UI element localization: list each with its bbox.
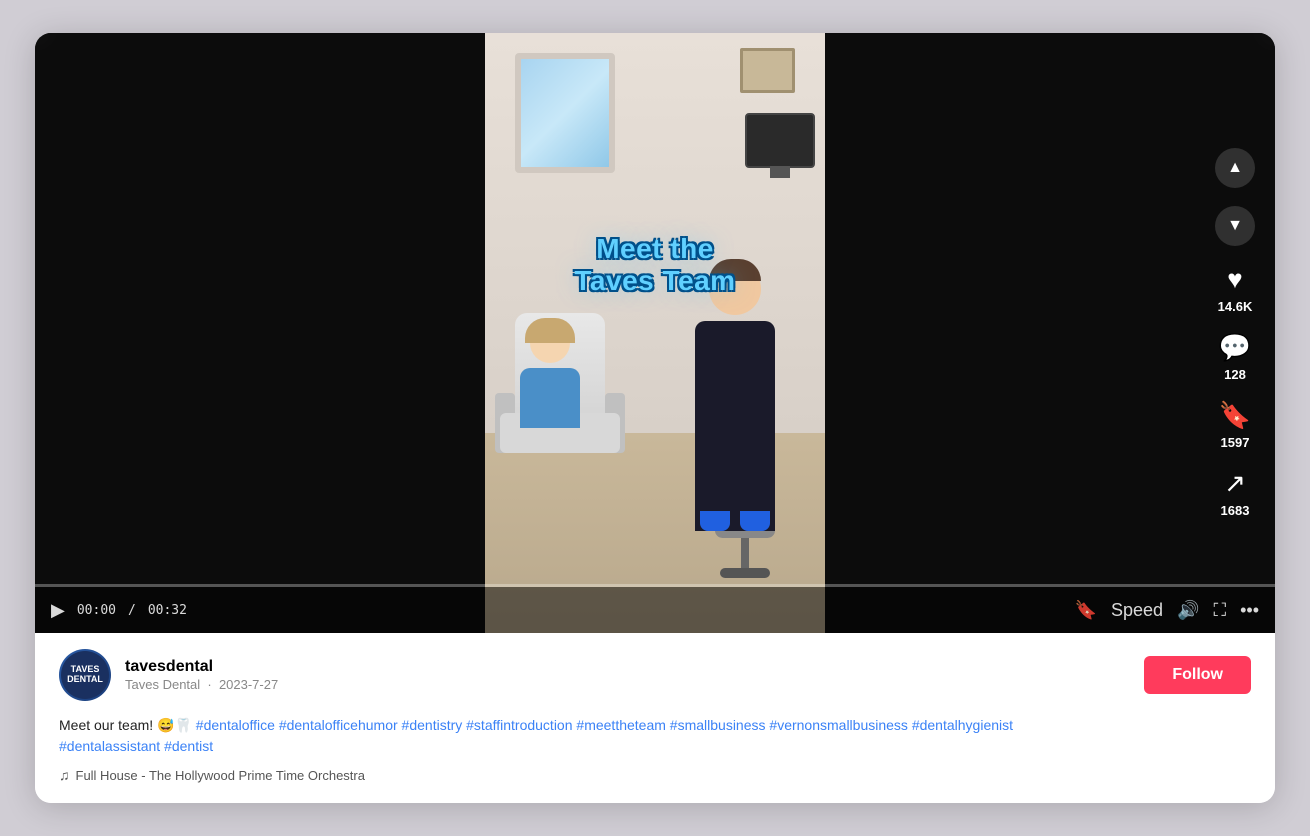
dentist-shoe-right — [740, 511, 770, 531]
video-overlay-text: Meet the Taves Team — [545, 233, 765, 297]
controls-bar: ▶ 00:00 / 00:32 🔖 Speed 🔊 ⛶ ••• — [35, 587, 1275, 633]
author-info: tavesdental Taves Dental · 2023-7-27 — [125, 658, 1130, 692]
music-icon: ♫ — [59, 767, 70, 783]
bookmarks-count: 1597 — [1221, 435, 1250, 450]
dentist — [675, 263, 795, 543]
author-date: 2023-7-27 — [219, 677, 278, 692]
hashtag-dentistry[interactable]: #dentistry — [402, 717, 463, 733]
patient — [510, 323, 590, 443]
share-icon: ↗ — [1224, 468, 1246, 499]
fullscreen-button[interactable]: ⛶ — [1213, 600, 1226, 621]
author-row: TAVES DENTAL tavesdental Taves Dental · … — [59, 649, 1251, 701]
time-total: 00:32 — [148, 603, 187, 618]
description-text: Meet our team! 😅🦷 — [59, 717, 196, 733]
controls-right: 🔖 Speed 🔊 ⛶ ••• — [1075, 600, 1259, 621]
info-section: TAVES DENTAL tavesdental Taves Dental · … — [35, 633, 1275, 803]
volume-button[interactable]: 🔊 — [1177, 600, 1199, 621]
comment-action[interactable]: 💬 128 — [1219, 332, 1251, 382]
blur-left-panel — [35, 33, 485, 633]
avatar-text: TAVES DENTAL — [67, 665, 103, 685]
share-action[interactable]: ↗ 1683 — [1221, 468, 1250, 518]
scene: Meet the Taves Team — [485, 33, 825, 633]
speed-button[interactable]: Speed — [1111, 600, 1163, 621]
bookmark-icon: 🔖 — [1219, 400, 1251, 431]
blur-right-panel — [825, 33, 1275, 633]
hashtag-vernonsmallbusiness[interactable]: #vernonsmallbusiness — [769, 717, 908, 733]
video-frame: Meet the Taves Team — [485, 33, 825, 633]
heart-icon: ♥ — [1227, 264, 1242, 295]
follow-button[interactable]: Follow — [1144, 656, 1251, 694]
window — [515, 53, 615, 173]
video-sidebar: ▲ ▼ ♥ 14.6K 💬 128 🔖 1597 ↗ 1683 — [1215, 148, 1255, 518]
hashtag-meettheteam[interactable]: #meettheteam — [576, 717, 666, 733]
overlay-title: Meet the Taves Team — [545, 233, 765, 297]
like-action[interactable]: ♥ 14.6K — [1218, 264, 1253, 314]
play-button[interactable]: ▶ — [51, 600, 65, 621]
author-name: Taves Dental — [125, 677, 200, 692]
stool-base — [720, 568, 770, 578]
dentist-legs — [695, 451, 775, 531]
hashtag-dentist[interactable]: #dentist — [164, 738, 213, 754]
more-button[interactable]: ••• — [1240, 600, 1259, 621]
video-section[interactable]: Meet the Taves Team ▲ ▼ ♥ 14.6K 💬 128 — [35, 33, 1275, 633]
patient-body — [520, 368, 580, 428]
video-background: Meet the Taves Team — [35, 33, 1275, 633]
comment-icon: 💬 — [1219, 332, 1251, 363]
avatar-inner: TAVES DENTAL — [61, 651, 109, 699]
nav-down-button[interactable]: ▼ — [1215, 206, 1255, 246]
description: Meet our team! 😅🦷 #dentaloffice #dentalo… — [59, 715, 1251, 757]
hashtag-dentalofficehumor[interactable]: #dentalofficehumor — [279, 717, 398, 733]
hashtag-staffintroduction[interactable]: #staffintroduction — [466, 717, 572, 733]
likes-count: 14.6K — [1218, 299, 1253, 314]
avatar[interactable]: TAVES DENTAL — [59, 649, 111, 701]
video-card: Meet the Taves Team ▲ ▼ ♥ 14.6K 💬 128 — [35, 33, 1275, 803]
bookmark-ctrl-button[interactable]: 🔖 — [1075, 600, 1097, 621]
dentist-shoe-left — [700, 511, 730, 531]
music-line: ♫ Full House - The Hollywood Prime Time … — [59, 767, 1251, 783]
author-handle[interactable]: tavesdental — [125, 658, 1130, 676]
shares-count: 1683 — [1221, 503, 1250, 518]
comments-count: 128 — [1224, 367, 1246, 382]
author-subline: Taves Dental · 2023-7-27 — [125, 677, 1130, 692]
monitor — [745, 113, 815, 168]
patient-head — [530, 323, 570, 363]
hashtag-smallbusiness[interactable]: #smallbusiness — [670, 717, 766, 733]
hashtag-dentalhygienist[interactable]: #dentalhygienist — [912, 717, 1013, 733]
nav-up-button[interactable]: ▲ — [1215, 148, 1255, 188]
time-separator: / — [128, 603, 136, 618]
patient-hair — [525, 318, 575, 343]
time-current: 00:00 — [77, 603, 116, 618]
bookmark-action[interactable]: 🔖 1597 — [1219, 400, 1251, 450]
dentist-body — [695, 321, 775, 451]
music-text: Full House - The Hollywood Prime Time Or… — [76, 768, 365, 783]
hashtag-dentalassistant[interactable]: #dentalassistant — [59, 738, 160, 754]
hashtag-dentaloffice[interactable]: #dentaloffice — [196, 717, 275, 733]
picture-frame — [740, 48, 795, 93]
